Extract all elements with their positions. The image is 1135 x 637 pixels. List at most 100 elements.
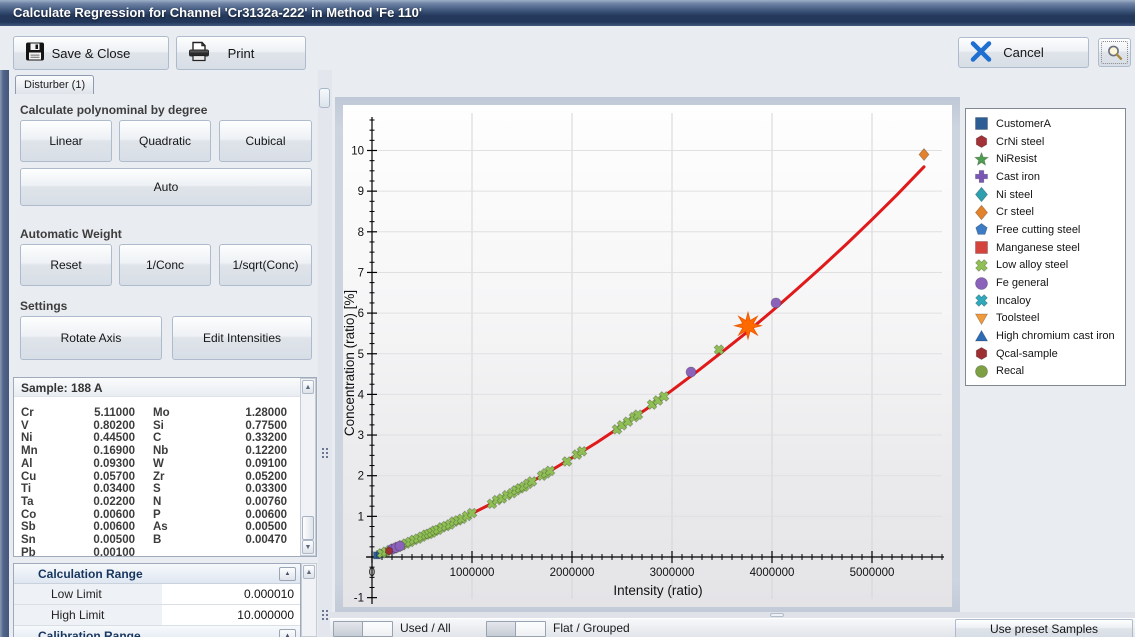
legend-item: Free cutting steel [974,221,1125,239]
use-preset-samples-button[interactable]: Use preset Samples [955,619,1133,637]
legend-item-label: CustomerA [996,118,1051,130]
print-button[interactable]: Print [176,36,306,70]
cubical-button[interactable]: Cubical [219,120,312,162]
edit-intensities-button[interactable]: Edit Intensities [172,316,312,360]
legend-item: Toolsteel [974,310,1125,328]
legend-item: High chromium cast iron [974,327,1125,345]
settings-section-title: Settings [20,299,67,313]
sample-row: Ta0.02200N0.00760 [14,496,299,509]
save-close-label: Save & Close [52,46,131,61]
left-edge-bar [0,70,9,637]
legend-item: Low alloy steel [974,257,1125,275]
flat-grouped-toggle-left-segment[interactable] [487,622,516,636]
svg-text:3: 3 [358,430,364,442]
zoom-tool-button[interactable] [1098,38,1131,67]
calculation-range-header: Calculation Range ▲ [14,564,300,584]
legend-item: Manganese steel [974,239,1125,257]
regression-chart[interactable]: -112345678910010000002000000300000040000… [343,105,952,607]
legend-star5-icon [974,152,989,167]
sample-scrollbar[interactable]: ▲ ▼ [300,378,316,556]
reset-button[interactable]: Reset [20,244,112,286]
sample-row: Cr5.11000Mo1.28000 [14,407,299,420]
legend-triangle-down-icon [974,311,989,326]
panel-splitter[interactable] [318,70,332,637]
legend-item: Cast iron [974,168,1125,186]
legend-circle-icon [974,276,989,291]
tab-disturber[interactable]: Disturber (1) [15,75,94,94]
legend-item-label: Free cutting steel [996,224,1080,236]
legend-item-label: Cast iron [996,171,1040,183]
high-limit-value-field[interactable]: 10.000000 [162,605,300,625]
one-over-conc-button[interactable]: 1/Conc [119,244,211,286]
calibration-range-header: Calibration Range ▲ [14,626,300,637]
sample-title: Sample: 188 A [14,378,316,397]
cancel-button[interactable]: Cancel [958,37,1089,68]
svg-text:3000000: 3000000 [650,567,695,579]
legend-item-label: Toolsteel [996,312,1039,324]
high-limit-row: High Limit 10.000000 [14,605,300,626]
rotate-axis-button[interactable]: Rotate Axis [20,316,162,360]
legend-item: Qcal-sample [974,345,1125,363]
legend-square-icon [974,116,989,131]
flat-grouped-toggle-right-segment[interactable] [516,622,545,636]
legend-item-label: High chromium cast iron [996,330,1115,342]
collapse-calibration-range-button[interactable]: ▲ [279,629,296,637]
low-limit-label: Low Limit [14,584,162,604]
svg-text:Concentration (ratio) [%]: Concentration (ratio) [%] [343,290,357,436]
print-icon [187,41,211,66]
svg-text:4: 4 [358,389,365,401]
bottom-splitter-handle[interactable] [770,613,784,617]
auto-button[interactable]: Auto [20,168,312,206]
sample-row: Sb0.00600As0.00500 [14,521,299,534]
legend-item: Fe general [974,274,1125,292]
splitter-grip-icon [322,448,328,460]
ranges-scrollbar[interactable]: ▲ [301,563,317,637]
svg-text:Intensity (ratio): Intensity (ratio) [613,583,702,598]
sample-row: Cu0.05700Zr0.05200 [14,471,299,484]
flat-grouped-toggle[interactable] [486,621,546,637]
weight-section-title: Automatic Weight [20,227,122,241]
used-all-label: Used / All [400,621,451,635]
splitter-handle[interactable] [319,88,330,108]
save-close-button[interactable]: Save & Close [13,36,169,70]
legend-plus-icon [974,169,989,184]
legend-item-label: Recal [996,365,1024,377]
low-limit-row: Low Limit 0.000010 [14,584,300,605]
quadratic-button[interactable]: Quadratic [119,120,211,162]
svg-text:9: 9 [358,186,364,198]
flat-grouped-label: Flat / Grouped [553,621,630,635]
used-all-toggle[interactable] [333,621,393,637]
svg-text:5: 5 [358,349,364,361]
window-title: Calculate Regression for Channel 'Cr3132… [0,0,1135,26]
regression-chart-canvas[interactable]: -112345678910010000002000000300000040000… [343,105,952,607]
sample-row: Ti0.03400S0.03300 [14,483,299,496]
linear-button[interactable]: Linear [20,120,112,162]
used-all-toggle-left-segment[interactable] [334,622,363,636]
scroll-down-arrow-icon[interactable]: ▼ [302,540,314,554]
one-over-sqrt-conc-button[interactable]: 1/sqrt(Conc) [219,244,312,286]
used-all-toggle-right-segment[interactable] [363,622,392,636]
legend-item-label: Low alloy steel [996,259,1068,271]
legend-item-label: NiResist [996,153,1037,165]
range-settings-panel: Calculation Range ▲ Low Limit 0.000010 H… [13,563,301,637]
svg-text:-1: -1 [354,593,364,605]
chart-legend: CustomerACrNi steelNiResistCast ironNi s… [965,108,1126,386]
sample-row: Sn0.00500B0.00470 [14,534,299,547]
legend-hexagon-icon [974,346,989,361]
cancel-label: Cancel [1003,45,1043,60]
legend-item: CustomerA [974,115,1125,133]
sample-scrollbar-thumb[interactable] [302,516,314,540]
legend-item-label: Manganese steel [996,242,1080,254]
collapse-calculation-range-button[interactable]: ▲ [279,567,296,581]
cancel-x-icon [969,39,993,66]
ranges-scroll-up-arrow-icon[interactable]: ▲ [303,565,315,579]
chart-options-bar: Used / All Flat / Grouped Use preset Sam… [330,618,1135,637]
low-limit-value-field[interactable]: 0.000010 [162,584,300,604]
print-label: Print [228,46,255,61]
legend-item-label: Ni steel [996,189,1033,201]
svg-text:7: 7 [358,267,364,279]
scroll-up-arrow-icon[interactable]: ▲ [302,380,314,394]
svg-text:8: 8 [358,227,364,239]
legend-xshape-icon [974,258,989,273]
svg-text:2: 2 [358,471,364,483]
